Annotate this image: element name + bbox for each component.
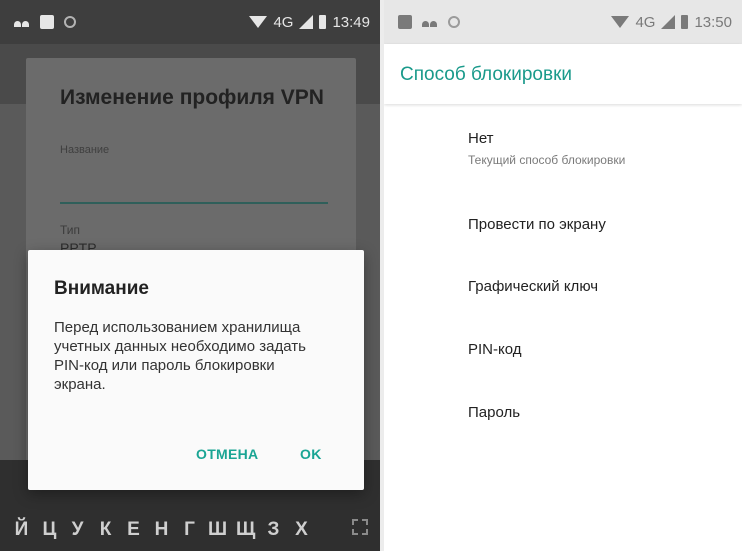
signal-icon bbox=[661, 15, 676, 29]
alert-message: Перед использованием хранилища учетных д… bbox=[54, 319, 306, 393]
right-screen: 4G 13:50 Способ блокировки Нет Текущий с… bbox=[384, 0, 742, 551]
lock-option-pin[interactable]: PIN-код bbox=[468, 341, 522, 358]
vpn-name-field[interactable] bbox=[60, 202, 328, 204]
network-type: 4G bbox=[635, 13, 656, 31]
expand-icon[interactable] bbox=[352, 519, 368, 535]
image-icon bbox=[398, 15, 412, 29]
sync-icon bbox=[448, 16, 460, 28]
keyboard-key[interactable]: Г bbox=[180, 519, 199, 541]
status-bar: 4G 13:49 bbox=[0, 0, 380, 44]
keyboard-key[interactable]: К bbox=[96, 519, 115, 541]
keyboard-key[interactable]: Е bbox=[124, 519, 143, 541]
option-label: Нет bbox=[468, 130, 494, 147]
lock-option-none[interactable]: Нет Текущий способ блокировки bbox=[468, 130, 625, 167]
option-label: PIN-код bbox=[468, 341, 522, 358]
status-bar: 4G 13:50 bbox=[384, 0, 742, 44]
option-label: Графический ключ bbox=[468, 278, 599, 295]
keyboard-key[interactable]: Х bbox=[292, 519, 311, 541]
vpn-name-label: Название bbox=[60, 144, 110, 156]
left-screen: 4G 13:49 Изменение профиля VPN Название … bbox=[0, 0, 380, 551]
keyboard-key[interactable]: Ш bbox=[208, 519, 227, 541]
keyboard-key[interactable]: Ц bbox=[40, 519, 59, 541]
option-label: Провести по экрану bbox=[468, 216, 606, 233]
lock-option-pattern[interactable]: Графический ключ bbox=[468, 278, 598, 295]
keyboard-row: ЙЦУКЕНГШЩЗХ bbox=[12, 519, 311, 541]
battery-icon bbox=[681, 15, 689, 29]
cancel-button[interactable]: ОТМЕНА bbox=[196, 446, 258, 462]
clock: 13:49 bbox=[332, 13, 370, 31]
wifi-icon bbox=[611, 16, 630, 28]
keyboard-key[interactable]: Щ bbox=[236, 519, 255, 541]
vpn-dialog-title: Изменение профиля VPN bbox=[60, 86, 324, 109]
lock-option-password[interactable]: Пароль bbox=[468, 404, 520, 421]
image-icon bbox=[40, 15, 54, 29]
keyboard-key[interactable]: У bbox=[68, 519, 87, 541]
ok-button[interactable]: OK bbox=[300, 446, 322, 462]
signal-icon bbox=[299, 15, 314, 29]
clock: 13:50 bbox=[694, 13, 732, 31]
alert-dialog: Внимание Перед использованием хранилища … bbox=[28, 250, 364, 490]
page-title: Способ блокировки bbox=[400, 64, 572, 85]
keyboard-key[interactable]: З bbox=[264, 519, 283, 541]
people-icon bbox=[14, 17, 30, 27]
option-label: Пароль bbox=[468, 404, 521, 421]
network-type: 4G bbox=[273, 13, 294, 31]
alert-title: Внимание bbox=[54, 278, 149, 299]
option-summary: Текущий способ блокировки bbox=[468, 153, 626, 167]
app-bar: Способ блокировки bbox=[384, 44, 742, 104]
battery-icon bbox=[319, 15, 327, 29]
people-icon bbox=[422, 17, 438, 27]
vpn-type-label: Тип bbox=[60, 223, 81, 237]
sync-icon bbox=[64, 16, 76, 28]
lock-option-swipe[interactable]: Провести по экрану bbox=[468, 216, 606, 233]
wifi-icon bbox=[249, 16, 268, 28]
keyboard-key[interactable]: Й bbox=[12, 519, 31, 541]
keyboard-key[interactable]: Н bbox=[152, 519, 171, 541]
